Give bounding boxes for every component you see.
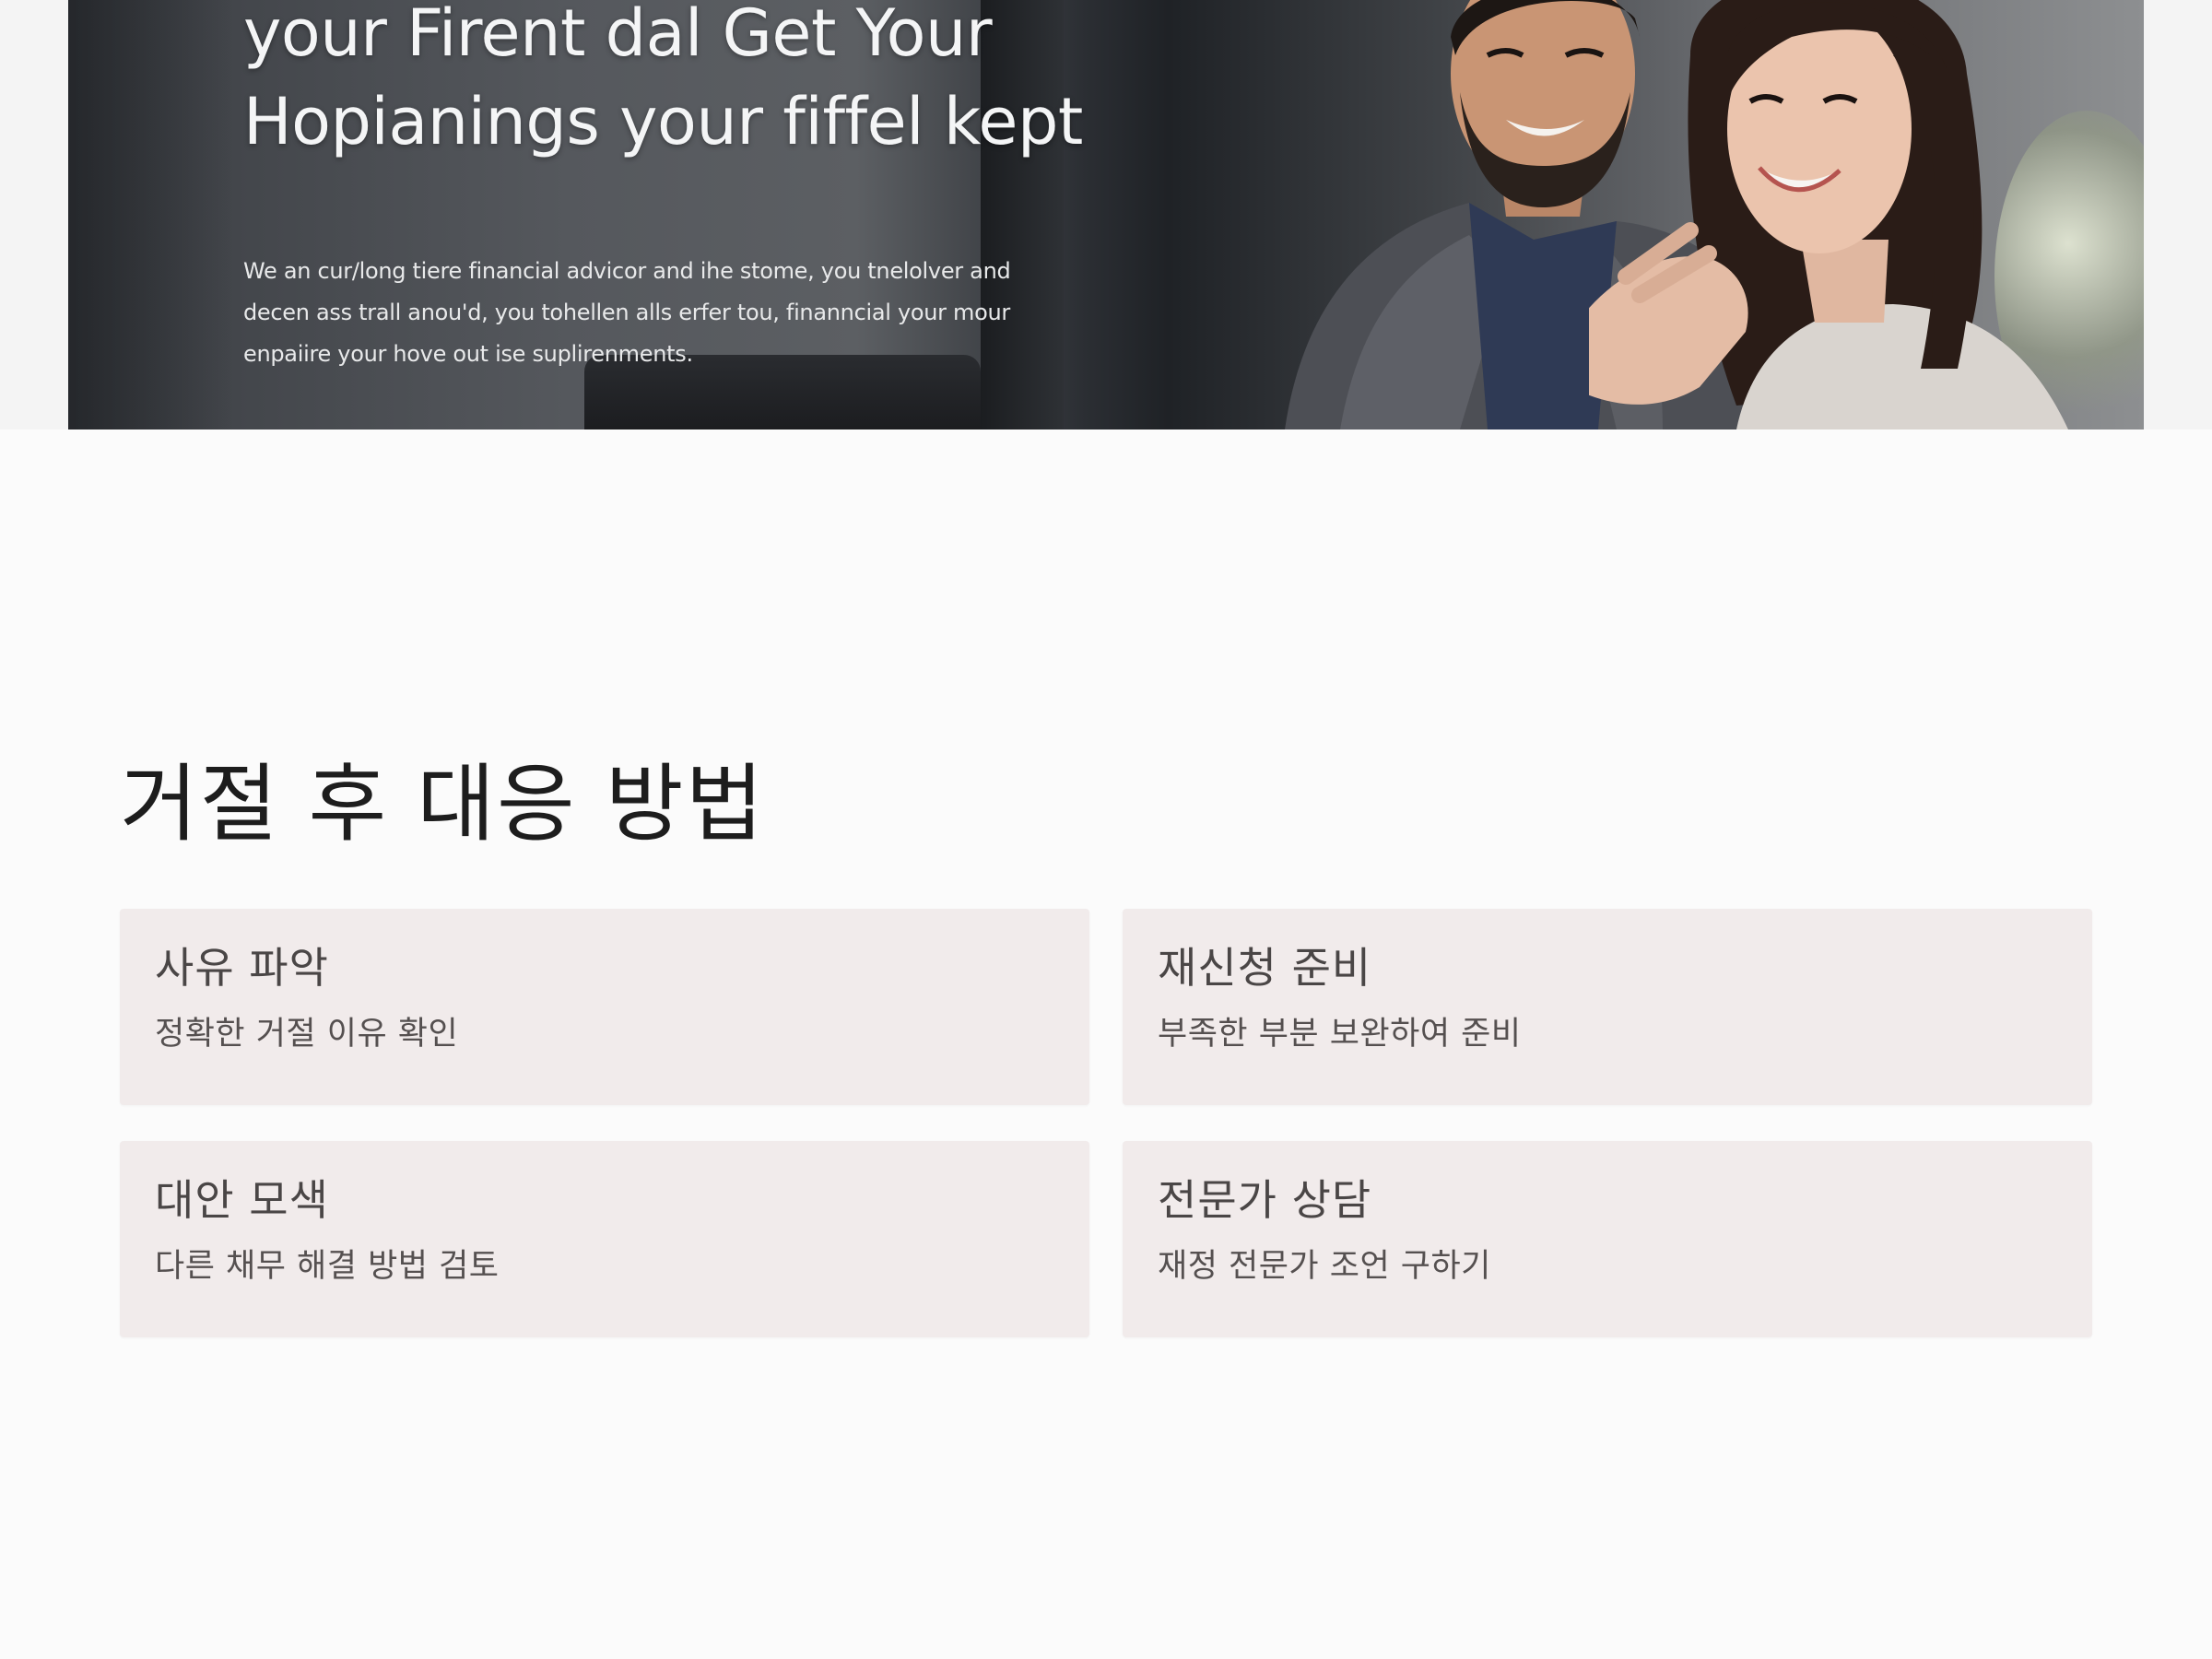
hero-banner: your Firent dal Get Your Hopianings your… [0,0,2212,429]
card-identify-reason: 사유 파악 정확한 거절 이유 확인 [120,909,1089,1105]
hero-headline: your Firent dal Get Your Hopianings your… [243,0,1147,166]
card-title: 재신청 준비 [1158,943,1372,993]
card-description: 정확한 거절 이유 확인 [155,1016,459,1053]
hero-body-line-3: enpaiire your hove out ise suplirenments… [243,341,693,367]
hero-body-line-2: decen ass trall anou'd, you tohellen all… [243,300,1010,325]
hero-photo-shade [68,0,234,429]
hero-photo-woman [1589,0,2068,429]
response-cards-grid: 사유 파악 정확한 거절 이유 확인 재신청 준비 부족한 부분 보완하여 준비… [120,909,2092,1338]
card-title: 대안 모색 [155,1175,329,1225]
section-title: 거절 후 대응 방법 [120,755,766,853]
hero-body-text: We an cur/long tiere financial advicor a… [243,251,1073,375]
hero-headline-line-2: Hopianings your fiffel kept [243,84,1083,159]
card-title: 사유 파악 [155,943,329,993]
hero-body-line-1: We an cur/long tiere financial advicor a… [243,258,1011,284]
card-reapply-preparation: 재신청 준비 부족한 부분 보완하여 준비 [1123,909,2092,1105]
card-title: 전문가 상담 [1158,1175,1372,1225]
card-description: 다른 채무 해결 방법 검토 [155,1248,500,1285]
card-expert-consultation: 전문가 상담 재정 전문가 조언 구하기 [1123,1141,2092,1337]
hero-headline-line-1: your Firent dal Get Your [243,0,993,71]
card-description: 재정 전문가 조언 구하기 [1158,1248,1491,1285]
card-seek-alternatives: 대안 모색 다른 채무 해결 방법 검토 [120,1141,1089,1337]
card-description: 부족한 부분 보완하여 준비 [1158,1016,1522,1053]
